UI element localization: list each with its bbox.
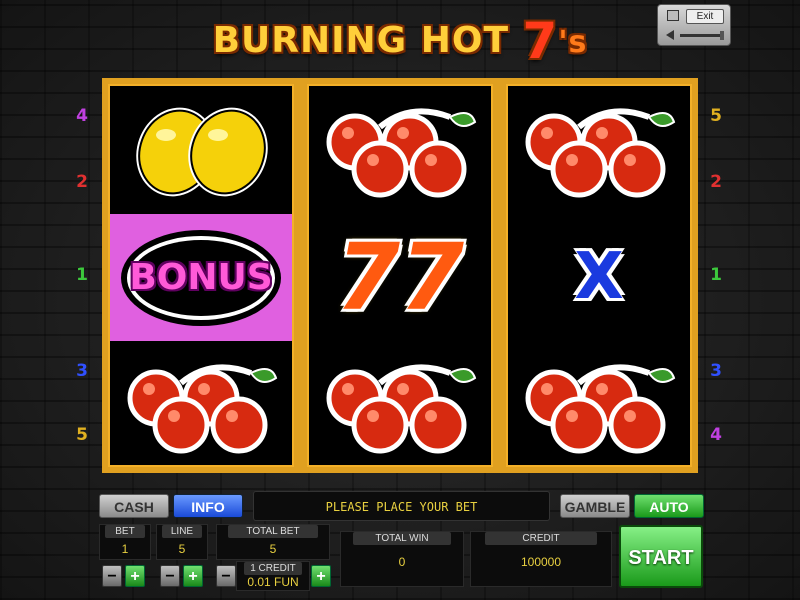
cherry-icon [525, 364, 676, 454]
symbol-cherries [309, 342, 491, 469]
payline-left-2: 2 [76, 172, 88, 192]
bet-value: 1 [121, 542, 129, 556]
title-seven: 7 [522, 12, 559, 70]
payline-right-4: 4 [710, 425, 722, 445]
total-win-value: 0 [398, 555, 406, 569]
cherry-icon [326, 108, 477, 198]
exit-button[interactable]: Exit [686, 9, 724, 24]
lemon-icon [136, 107, 268, 196]
speaker-icon[interactable] [666, 30, 674, 40]
title-main: BURNING HOT [212, 20, 523, 61]
credit-unit-value: 0.01 FUN [247, 575, 299, 589]
denomination-minus-button[interactable]: − [216, 565, 236, 587]
bet-label: BET [105, 525, 145, 538]
payline-left-1: 1 [76, 265, 88, 285]
volume-slider[interactable] [680, 31, 724, 40]
line-value: 5 [178, 542, 186, 556]
start-button[interactable]: START [619, 525, 703, 588]
cherry-icon [525, 108, 676, 198]
payline-right-1: 1 [710, 265, 722, 285]
symbol-lemons [110, 86, 292, 213]
bet-plus-button[interactable]: + [125, 565, 145, 587]
bonus-text: BONUS [129, 257, 273, 298]
info-button[interactable]: INFO [173, 494, 243, 518]
line-minus-button[interactable]: − [160, 565, 180, 587]
cherry-icon [127, 364, 278, 454]
payline-left-4: 4 [76, 106, 88, 126]
total-win-display: TOTAL WIN 0 [340, 531, 464, 587]
payline-right-3: 3 [710, 361, 722, 381]
symbol-cherries [309, 86, 491, 213]
payline-right-5: 5 [710, 106, 722, 126]
reel-2: 77 [307, 84, 493, 467]
sevens-text: 77 [335, 224, 465, 331]
line-label: LINE [162, 525, 202, 538]
payline-left-3: 3 [76, 361, 88, 381]
symbol-cherries [508, 86, 690, 213]
line-display: LINE 5 [156, 524, 208, 560]
status-message: PLEASE PLACE YOUR BET [253, 491, 550, 521]
credit-label: CREDIT [485, 532, 597, 545]
credit-unit-display: 1 CREDIT 0.01 FUN [236, 561, 310, 591]
cherry-icon [326, 364, 477, 454]
total-bet-display: TOTAL BET 5 [216, 524, 330, 560]
reel-3: X [506, 84, 692, 467]
credit-value: 100000 [520, 555, 562, 569]
gamble-button[interactable]: GAMBLE [560, 494, 630, 518]
payline-left-5: 5 [76, 425, 88, 445]
fullscreen-icon[interactable] [667, 10, 679, 21]
total-bet-label: TOTAL BET [228, 525, 318, 538]
wild-x-text: X [574, 240, 624, 314]
reel-1: BONUS [108, 84, 294, 467]
total-win-label: TOTAL WIN [353, 532, 451, 545]
bet-minus-button[interactable]: − [102, 565, 122, 587]
symbol-cherries [110, 342, 292, 469]
title-suffix: 's [558, 25, 588, 60]
total-bet-value: 5 [269, 542, 277, 556]
volume-knob[interactable] [720, 31, 724, 40]
auto-button[interactable]: AUTO [634, 494, 704, 518]
top-controls: Exit [657, 4, 731, 46]
reel-area: BONUS 77 X [102, 78, 698, 473]
symbol-bonus: BONUS [110, 214, 292, 341]
line-plus-button[interactable]: + [183, 565, 203, 587]
symbol-cherries [508, 342, 690, 469]
bet-display: BET 1 [99, 524, 151, 560]
credit-unit-label: 1 CREDIT [244, 562, 302, 575]
symbol-wild-x: X [508, 214, 690, 341]
denomination-plus-button[interactable]: + [311, 565, 331, 587]
credit-display: CREDIT 100000 [470, 531, 612, 587]
cash-button[interactable]: CASH [99, 494, 169, 518]
payline-right-2: 2 [710, 172, 722, 192]
symbol-sevens: 77 [309, 214, 491, 341]
